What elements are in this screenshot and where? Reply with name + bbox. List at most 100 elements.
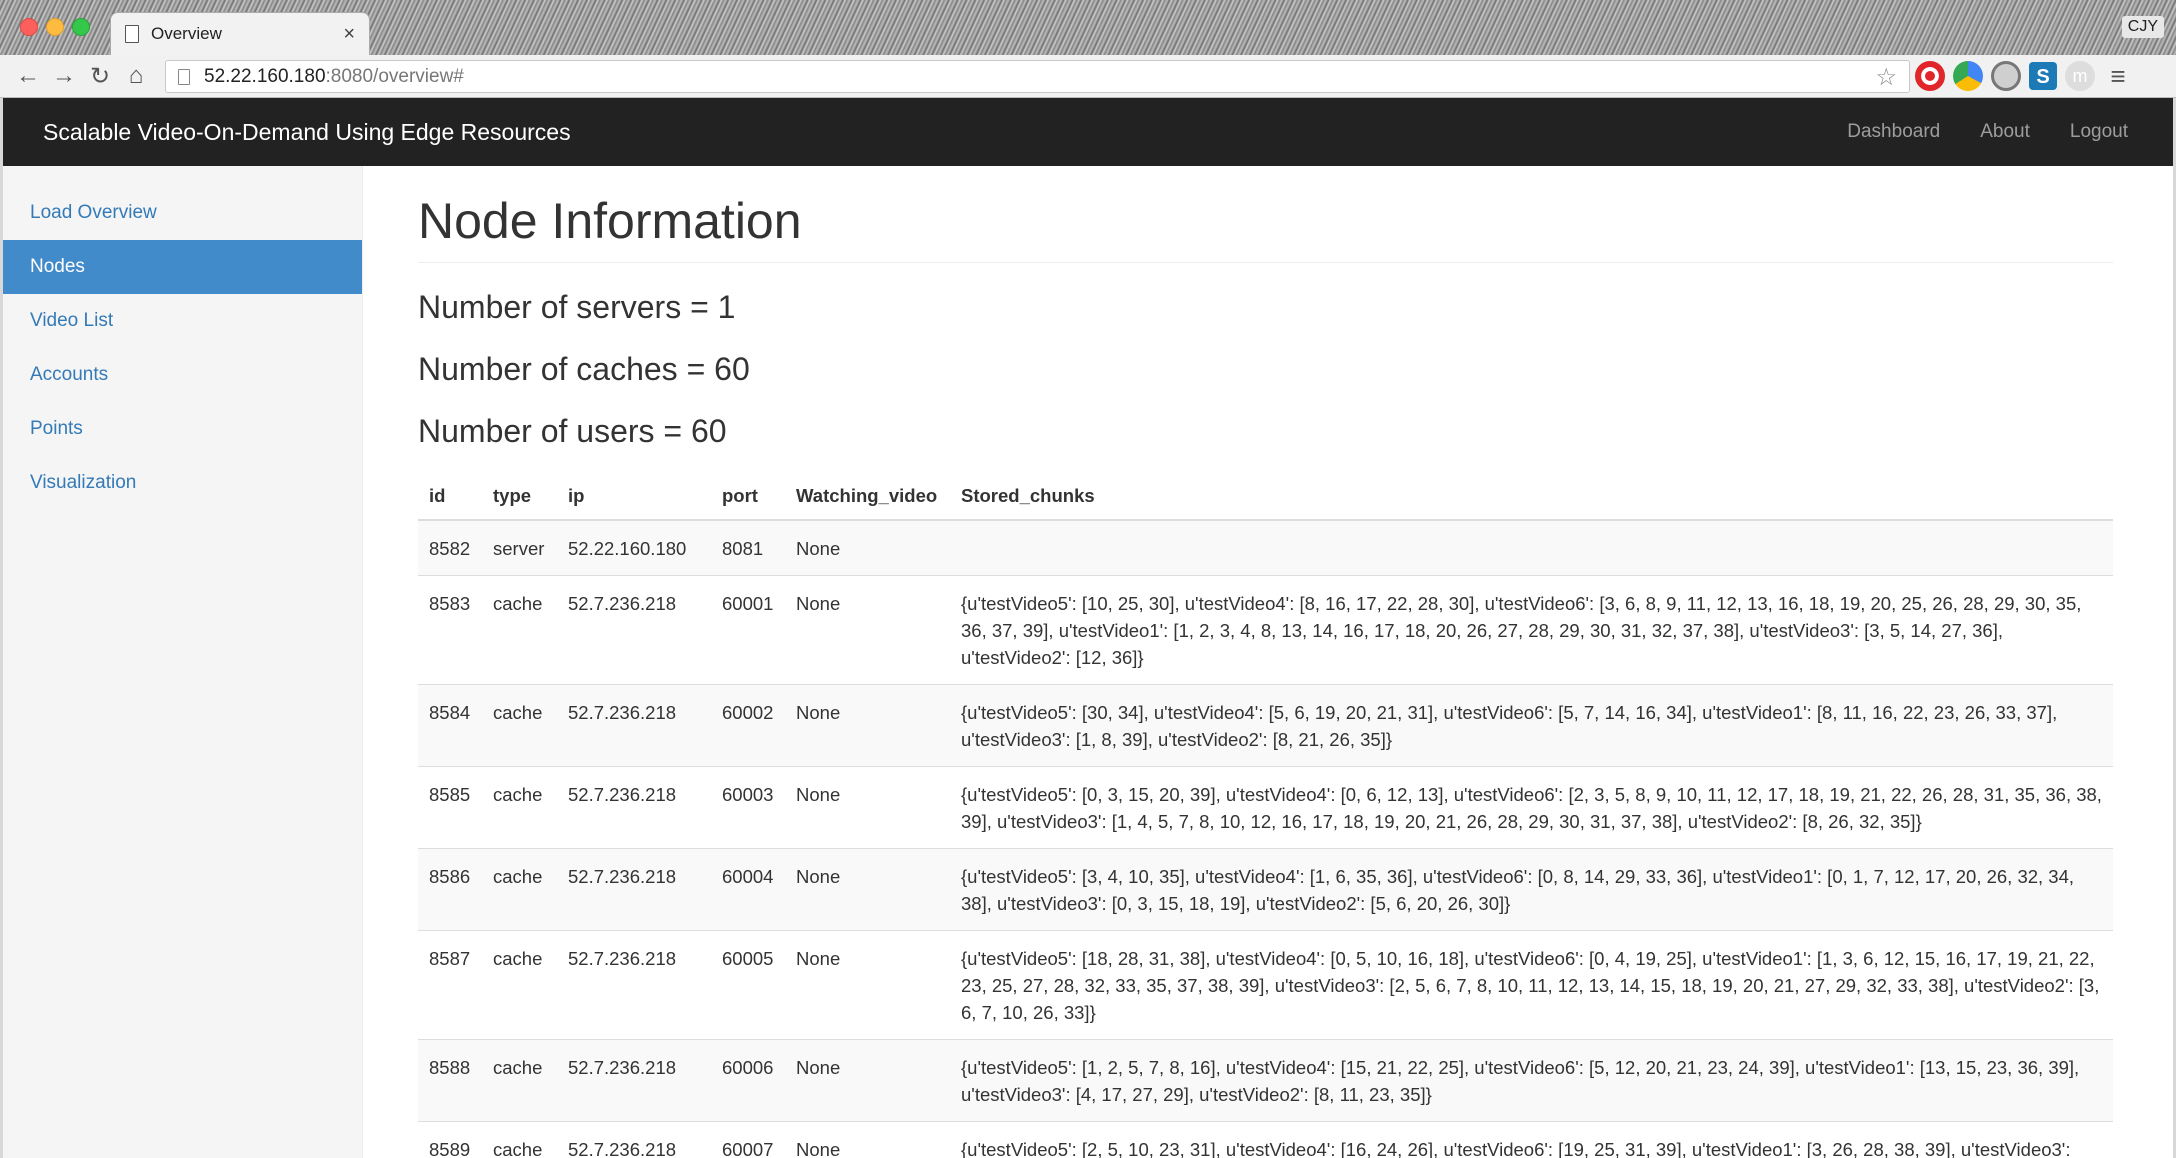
cell-ip: 52.7.236.218 bbox=[557, 930, 711, 1040]
table-row: 8587 cache 52.7.236.218 60005 None {u'testVid… bbox=[418, 930, 2113, 1040]
address-bar[interactable]: 52.22.160.180:8080/overview# ☆ bbox=[165, 60, 1910, 93]
cell-ip: 52.22.160.180 bbox=[557, 519, 711, 576]
users-count: Number of users = 60 bbox=[418, 413, 727, 449]
zoom-window-button[interactable] bbox=[72, 18, 90, 36]
cell-port: 8081 bbox=[711, 519, 785, 576]
page-icon bbox=[178, 68, 190, 85]
cell-ip: 52.7.236.218 bbox=[557, 766, 711, 849]
cell-type: server bbox=[482, 519, 557, 576]
table-row: 8588 cache 52.7.236.218 60006 None {u'testVid… bbox=[418, 1039, 2113, 1122]
column-header-watching-video: Watching_video bbox=[785, 475, 950, 521]
browser-toolbar: ← → ↻ ⌂ 52.22.160.180:8080/overview# ☆ S… bbox=[0, 55, 2176, 98]
cell-id: 8584 bbox=[418, 684, 482, 767]
page-title: Node Information bbox=[418, 166, 2113, 263]
chrome-store-icon[interactable] bbox=[1953, 61, 1983, 91]
cell-ip: 52.7.236.218 bbox=[557, 575, 711, 685]
cell-stored-chunks bbox=[950, 519, 2113, 576]
table-row: 8586 cache 52.7.236.218 60004 None {u'testVid… bbox=[418, 848, 2113, 931]
cell-stored-chunks: {u'testVideo5': [18, 28, 31, 38], u'test… bbox=[950, 930, 2113, 1040]
sidebar-item-points[interactable]: Points bbox=[3, 402, 362, 456]
main-content: Node Information Number of servers = 1 N… bbox=[363, 166, 2173, 1158]
address-path: :8080/overview# bbox=[325, 65, 464, 87]
table-row: 8584 cache 52.7.236.218 60002 None {u'testVid… bbox=[418, 684, 2113, 767]
nav-link-logout[interactable]: Logout bbox=[2070, 121, 2128, 143]
sidebar: Load Overview Nodes Video List Accounts … bbox=[3, 166, 363, 1158]
brand-title[interactable]: Scalable Video-On-Demand Using Edge Reso… bbox=[43, 119, 1847, 146]
tab-title: Overview bbox=[151, 24, 222, 43]
cell-stored-chunks: {u'testVideo5': [1, 2, 5, 7, 8, 16], u't… bbox=[950, 1039, 2113, 1122]
opera-icon[interactable] bbox=[1915, 61, 1945, 91]
app-navbar: Scalable Video-On-Demand Using Edge Reso… bbox=[3, 98, 2173, 166]
cell-id: 8586 bbox=[418, 848, 482, 931]
cell-stored-chunks: {u'testVideo5': [2, 5, 10, 23, 31], u'te… bbox=[950, 1121, 2113, 1158]
reload-icon[interactable]: ↻ bbox=[82, 62, 118, 91]
sidebar-item-nodes[interactable]: Nodes bbox=[3, 240, 362, 294]
cell-ip: 52.7.236.218 bbox=[557, 1121, 711, 1158]
cell-ip: 52.7.236.218 bbox=[557, 1039, 711, 1122]
close-window-button[interactable] bbox=[20, 18, 38, 36]
nodes-table-body: 8582 server 52.22.160.180 8081 None 8583 cache… bbox=[418, 519, 2113, 1158]
cell-stored-chunks: {u'testVideo5': [10, 25, 30], u'testVide… bbox=[950, 575, 2113, 685]
browser-menu-icon[interactable]: ≡ bbox=[2103, 61, 2133, 91]
film-reel-icon[interactable] bbox=[1991, 61, 2021, 91]
column-header-stored-chunks: Stored_chunks bbox=[950, 475, 2113, 521]
cell-id: 8589 bbox=[418, 1121, 482, 1158]
table-row: 8583 cache 52.7.236.218 60001 None {u'testVid… bbox=[418, 575, 2113, 685]
table-row: 8589 cache 52.7.236.218 60007 None {u'testVid… bbox=[418, 1121, 2113, 1158]
sidebar-item-video-list[interactable]: Video List bbox=[3, 294, 362, 348]
m-extension-icon[interactable]: m bbox=[2065, 61, 2095, 91]
cell-type: cache bbox=[482, 684, 557, 767]
cell-type: cache bbox=[482, 575, 557, 685]
nodes-table: id type ip port Watching_video Stored_ch… bbox=[418, 475, 2113, 1158]
back-icon[interactable]: ← bbox=[10, 62, 46, 90]
cell-id: 8585 bbox=[418, 766, 482, 849]
cell-stored-chunks: {u'testVideo5': [0, 3, 15, 20, 39], u'te… bbox=[950, 766, 2113, 849]
cell-id: 8583 bbox=[418, 575, 482, 685]
cell-watching-video: None bbox=[785, 1121, 950, 1158]
s-extension-icon[interactable]: S bbox=[2029, 62, 2057, 90]
cell-id: 8587 bbox=[418, 930, 482, 1040]
nav-link-dashboard[interactable]: Dashboard bbox=[1847, 121, 1940, 143]
cell-id: 8588 bbox=[418, 1039, 482, 1122]
address-host: 52.22.160.180 bbox=[204, 65, 326, 87]
cell-port: 60001 bbox=[711, 575, 785, 685]
cell-stored-chunks: {u'testVideo5': [30, 34], u'testVideo4':… bbox=[950, 684, 2113, 767]
tab-close-icon[interactable]: × bbox=[343, 23, 355, 46]
cell-watching-video: None bbox=[785, 766, 950, 849]
cell-type: cache bbox=[482, 930, 557, 1040]
column-header-port: port bbox=[711, 475, 785, 521]
table-row: 8582 server 52.22.160.180 8081 None bbox=[418, 519, 2113, 576]
cell-type: cache bbox=[482, 766, 557, 849]
cell-port: 60006 bbox=[711, 1039, 785, 1122]
browser-tab[interactable]: Overview × bbox=[110, 12, 370, 55]
cell-watching-video: None bbox=[785, 575, 950, 685]
cell-watching-video: None bbox=[785, 1039, 950, 1122]
nav-link-about[interactable]: About bbox=[1980, 121, 2030, 143]
cell-type: cache bbox=[482, 1121, 557, 1158]
cell-port: 60005 bbox=[711, 930, 785, 1040]
page-icon bbox=[125, 25, 139, 43]
cell-port: 60003 bbox=[711, 766, 785, 849]
profile-badge[interactable]: CJY bbox=[2121, 16, 2164, 38]
cell-watching-video: None bbox=[785, 930, 950, 1040]
cell-watching-video: None bbox=[785, 848, 950, 931]
servers-count: Number of servers = 1 bbox=[418, 289, 736, 325]
extension-icons: S m ≡ bbox=[1915, 61, 2133, 91]
forward-icon[interactable]: → bbox=[46, 62, 82, 90]
sidebar-item-accounts[interactable]: Accounts bbox=[3, 348, 362, 402]
column-header-type: type bbox=[482, 475, 557, 521]
cell-watching-video: None bbox=[785, 684, 950, 767]
cell-stored-chunks: {u'testVideo5': [3, 4, 10, 35], u'testVi… bbox=[950, 848, 2113, 931]
table-header-row: id type ip port Watching_video Stored_ch… bbox=[418, 475, 2113, 521]
caches-count: Number of caches = 60 bbox=[418, 351, 750, 387]
home-icon[interactable]: ⌂ bbox=[118, 62, 154, 90]
minimize-window-button[interactable] bbox=[46, 18, 64, 36]
sidebar-item-load-overview[interactable]: Load Overview bbox=[3, 186, 362, 240]
column-header-ip: ip bbox=[557, 475, 711, 521]
cell-port: 60002 bbox=[711, 684, 785, 767]
table-row: 8585 cache 52.7.236.218 60003 None {u'testVid… bbox=[418, 766, 2113, 849]
sidebar-item-visualization[interactable]: Visualization bbox=[3, 456, 362, 510]
cell-id: 8582 bbox=[418, 519, 482, 576]
bookmark-star-icon[interactable]: ☆ bbox=[1875, 63, 1897, 92]
cell-ip: 52.7.236.218 bbox=[557, 684, 711, 767]
